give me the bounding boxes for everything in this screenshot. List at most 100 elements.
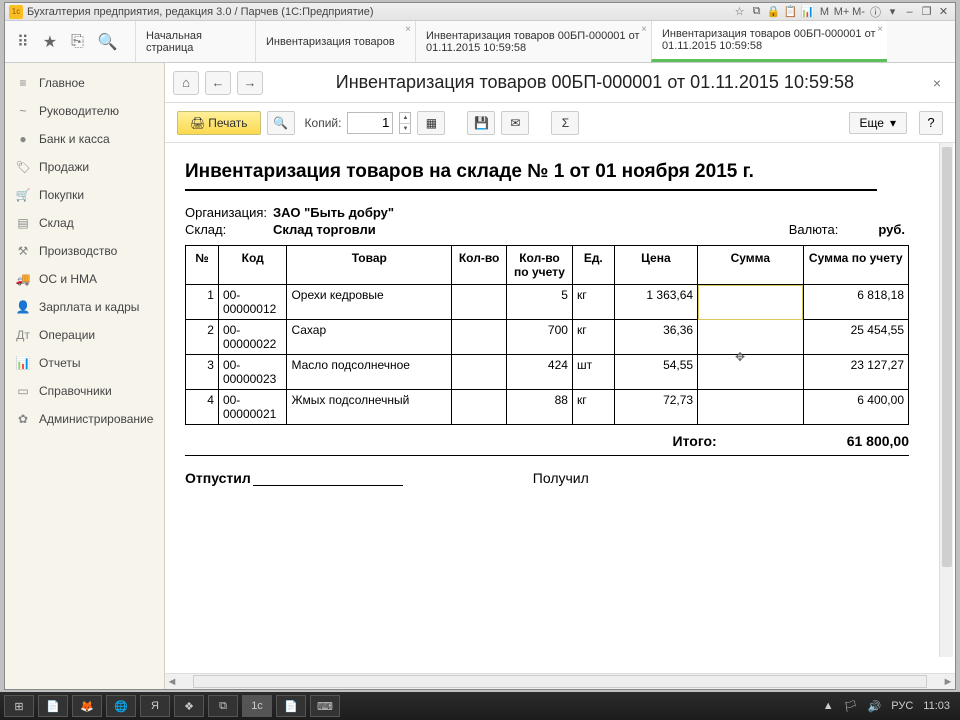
tb-info-icon[interactable]: ⓘ	[868, 5, 883, 18]
mail-button[interactable]: ✉	[501, 111, 529, 135]
cell-sum-acc[interactable]: 6 400,00	[803, 390, 908, 425]
tray-clock[interactable]: 11:03	[923, 700, 950, 712]
tray-up-icon[interactable]: ▲	[823, 700, 834, 712]
apps-grid-icon[interactable]: ⠿	[17, 32, 29, 52]
tab-close-icon[interactable]: ×	[641, 24, 647, 35]
page-setup-button[interactable]: ▦	[417, 111, 445, 135]
task-item[interactable]: ⧉	[208, 695, 238, 717]
cell-price[interactable]: 36,36	[614, 320, 697, 355]
spinner-up-icon[interactable]: ▲	[400, 113, 410, 124]
scroll-left-icon[interactable]: ◄	[165, 676, 179, 688]
cell-unit[interactable]: кг	[572, 390, 614, 425]
cell-price[interactable]: 72,73	[614, 390, 697, 425]
scroll-thumb[interactable]	[942, 147, 952, 567]
history-icon[interactable]: ⎘	[71, 33, 84, 51]
close-page-button[interactable]: ×	[927, 75, 947, 91]
task-item[interactable]: 🦊	[72, 695, 102, 717]
tb-mplus-icon[interactable]: M+	[834, 5, 849, 18]
scroll-track[interactable]	[193, 675, 927, 688]
cell-sum[interactable]	[698, 390, 803, 425]
minimize-button[interactable]: –	[902, 5, 917, 18]
table-row[interactable]: 300-00000023Масло подсолнечное 424шт54,55…	[186, 355, 909, 390]
cell-name[interactable]: Сахар	[287, 320, 452, 355]
sidebar-item-bank[interactable]: ●Банк и касса	[5, 125, 164, 153]
cell-name[interactable]: Орехи кедровые	[287, 285, 452, 320]
cell-qty-acc[interactable]: 700	[507, 320, 573, 355]
cell-sum[interactable]	[698, 320, 803, 355]
spinner-down-icon[interactable]: ▼	[400, 124, 410, 134]
cell-qty[interactable]	[452, 285, 507, 320]
sidebar-item-assets[interactable]: 🚚ОС и НМА	[5, 265, 164, 293]
task-item[interactable]: ❖	[174, 695, 204, 717]
cell-sum-acc[interactable]: 6 818,18	[803, 285, 908, 320]
cell-qty-acc[interactable]: 424	[507, 355, 573, 390]
preview-button[interactable]: 🔍	[267, 111, 295, 135]
cell-qty[interactable]	[452, 390, 507, 425]
table-row[interactable]: 100-00000012Орехи кедровые5кг1 363,646 8…	[186, 285, 909, 320]
cell-name[interactable]: Масло подсолнечное	[287, 355, 452, 390]
cell-no[interactable]: 3	[186, 355, 219, 390]
copies-input[interactable]	[347, 112, 393, 134]
tb-star-icon[interactable]: ☆	[732, 5, 747, 18]
tb-lock-icon[interactable]: 🔒	[766, 5, 781, 18]
sidebar-item-manager[interactable]: ~Руководителю	[5, 97, 164, 125]
forward-button[interactable]: →	[237, 71, 263, 95]
tab-doc-2[interactable]: Инвентаризация товаров 00БП-000001 от 01…	[651, 21, 887, 62]
scroll-right-icon[interactable]: ►	[941, 676, 955, 688]
tb-panel-icon[interactable]: ⧉	[749, 5, 764, 18]
print-button[interactable]: 🖨Печать	[177, 111, 261, 135]
task-item[interactable]: 📄	[38, 695, 68, 717]
sidebar-item-hr[interactable]: 👤Зарплата и кадры	[5, 293, 164, 321]
tb-dd-icon[interactable]: ▾	[885, 5, 900, 18]
cell-sum[interactable]	[698, 355, 803, 390]
tab-start[interactable]: Начальная страница	[135, 21, 255, 62]
copies-spinner[interactable]: ▲▼	[399, 112, 411, 134]
table-row[interactable]: 200-00000022Сахар700кг36,3625 454,55	[186, 320, 909, 355]
help-button[interactable]: ?	[919, 111, 943, 135]
sidebar-item-production[interactable]: ⚒Производство	[5, 237, 164, 265]
tb-calendar-icon[interactable]: 📊	[800, 5, 815, 18]
cell-code[interactable]: 00-00000022	[218, 320, 287, 355]
tab-inventory[interactable]: Инвентаризация товаров ×	[255, 21, 415, 62]
sidebar-item-purchases[interactable]: 🛒Покупки	[5, 181, 164, 209]
sidebar-item-reports[interactable]: 📊Отчеты	[5, 349, 164, 377]
sidebar-item-warehouse[interactable]: ▤Склад	[5, 209, 164, 237]
horizontal-scrollbar[interactable]: ◄ ►	[165, 673, 955, 689]
task-item[interactable]: 🌐	[106, 695, 136, 717]
cell-price[interactable]: 54,55	[614, 355, 697, 390]
cell-code[interactable]: 00-00000023	[218, 355, 287, 390]
tab-close-icon[interactable]: ×	[877, 24, 883, 35]
cell-sum-acc[interactable]: 23 127,27	[803, 355, 908, 390]
document-area[interactable]: Инвентаризация товаров на складе № 1 от …	[165, 143, 955, 673]
cell-code[interactable]: 00-00000021	[218, 390, 287, 425]
cell-name[interactable]: Жмых подсолнечный	[287, 390, 452, 425]
home-button[interactable]: ⌂	[173, 71, 199, 95]
maximize-button[interactable]: ❐	[919, 5, 934, 18]
cell-no[interactable]: 2	[186, 320, 219, 355]
cell-no[interactable]: 1	[186, 285, 219, 320]
tb-calc-icon[interactable]: 📋	[783, 5, 798, 18]
vertical-scrollbar[interactable]	[939, 143, 953, 657]
sidebar-item-sales[interactable]: 🏷Продажи	[5, 153, 164, 181]
cell-sum-acc[interactable]: 25 454,55	[803, 320, 908, 355]
search-icon[interactable]: 🔍	[98, 32, 118, 52]
tb-mminus-icon[interactable]: M-	[851, 5, 866, 18]
tray-flag-icon[interactable]: 🏳	[844, 700, 858, 713]
sidebar-item-catalogs[interactable]: ▭Справочники	[5, 377, 164, 405]
task-item[interactable]: Я	[140, 695, 170, 717]
more-button[interactable]: Еще▾	[849, 112, 907, 134]
cell-qty[interactable]	[452, 355, 507, 390]
cell-qty-acc[interactable]: 88	[507, 390, 573, 425]
cell-unit[interactable]: кг	[572, 285, 614, 320]
save-button[interactable]: 💾	[467, 111, 495, 135]
tray-volume-icon[interactable]: 🔊	[868, 700, 882, 713]
task-item[interactable]: ⌨	[310, 695, 340, 717]
sidebar-item-admin[interactable]: ✿Администрирование	[5, 405, 164, 433]
cell-unit[interactable]: шт	[572, 355, 614, 390]
back-button[interactable]: ←	[205, 71, 231, 95]
tab-doc-1[interactable]: Инвентаризация товаров 00БП-000001 от 01…	[415, 21, 651, 62]
cell-sum[interactable]	[698, 285, 803, 320]
cell-no[interactable]: 4	[186, 390, 219, 425]
start-button[interactable]: ⊞	[4, 695, 34, 717]
favorites-icon[interactable]: ★	[43, 32, 57, 52]
